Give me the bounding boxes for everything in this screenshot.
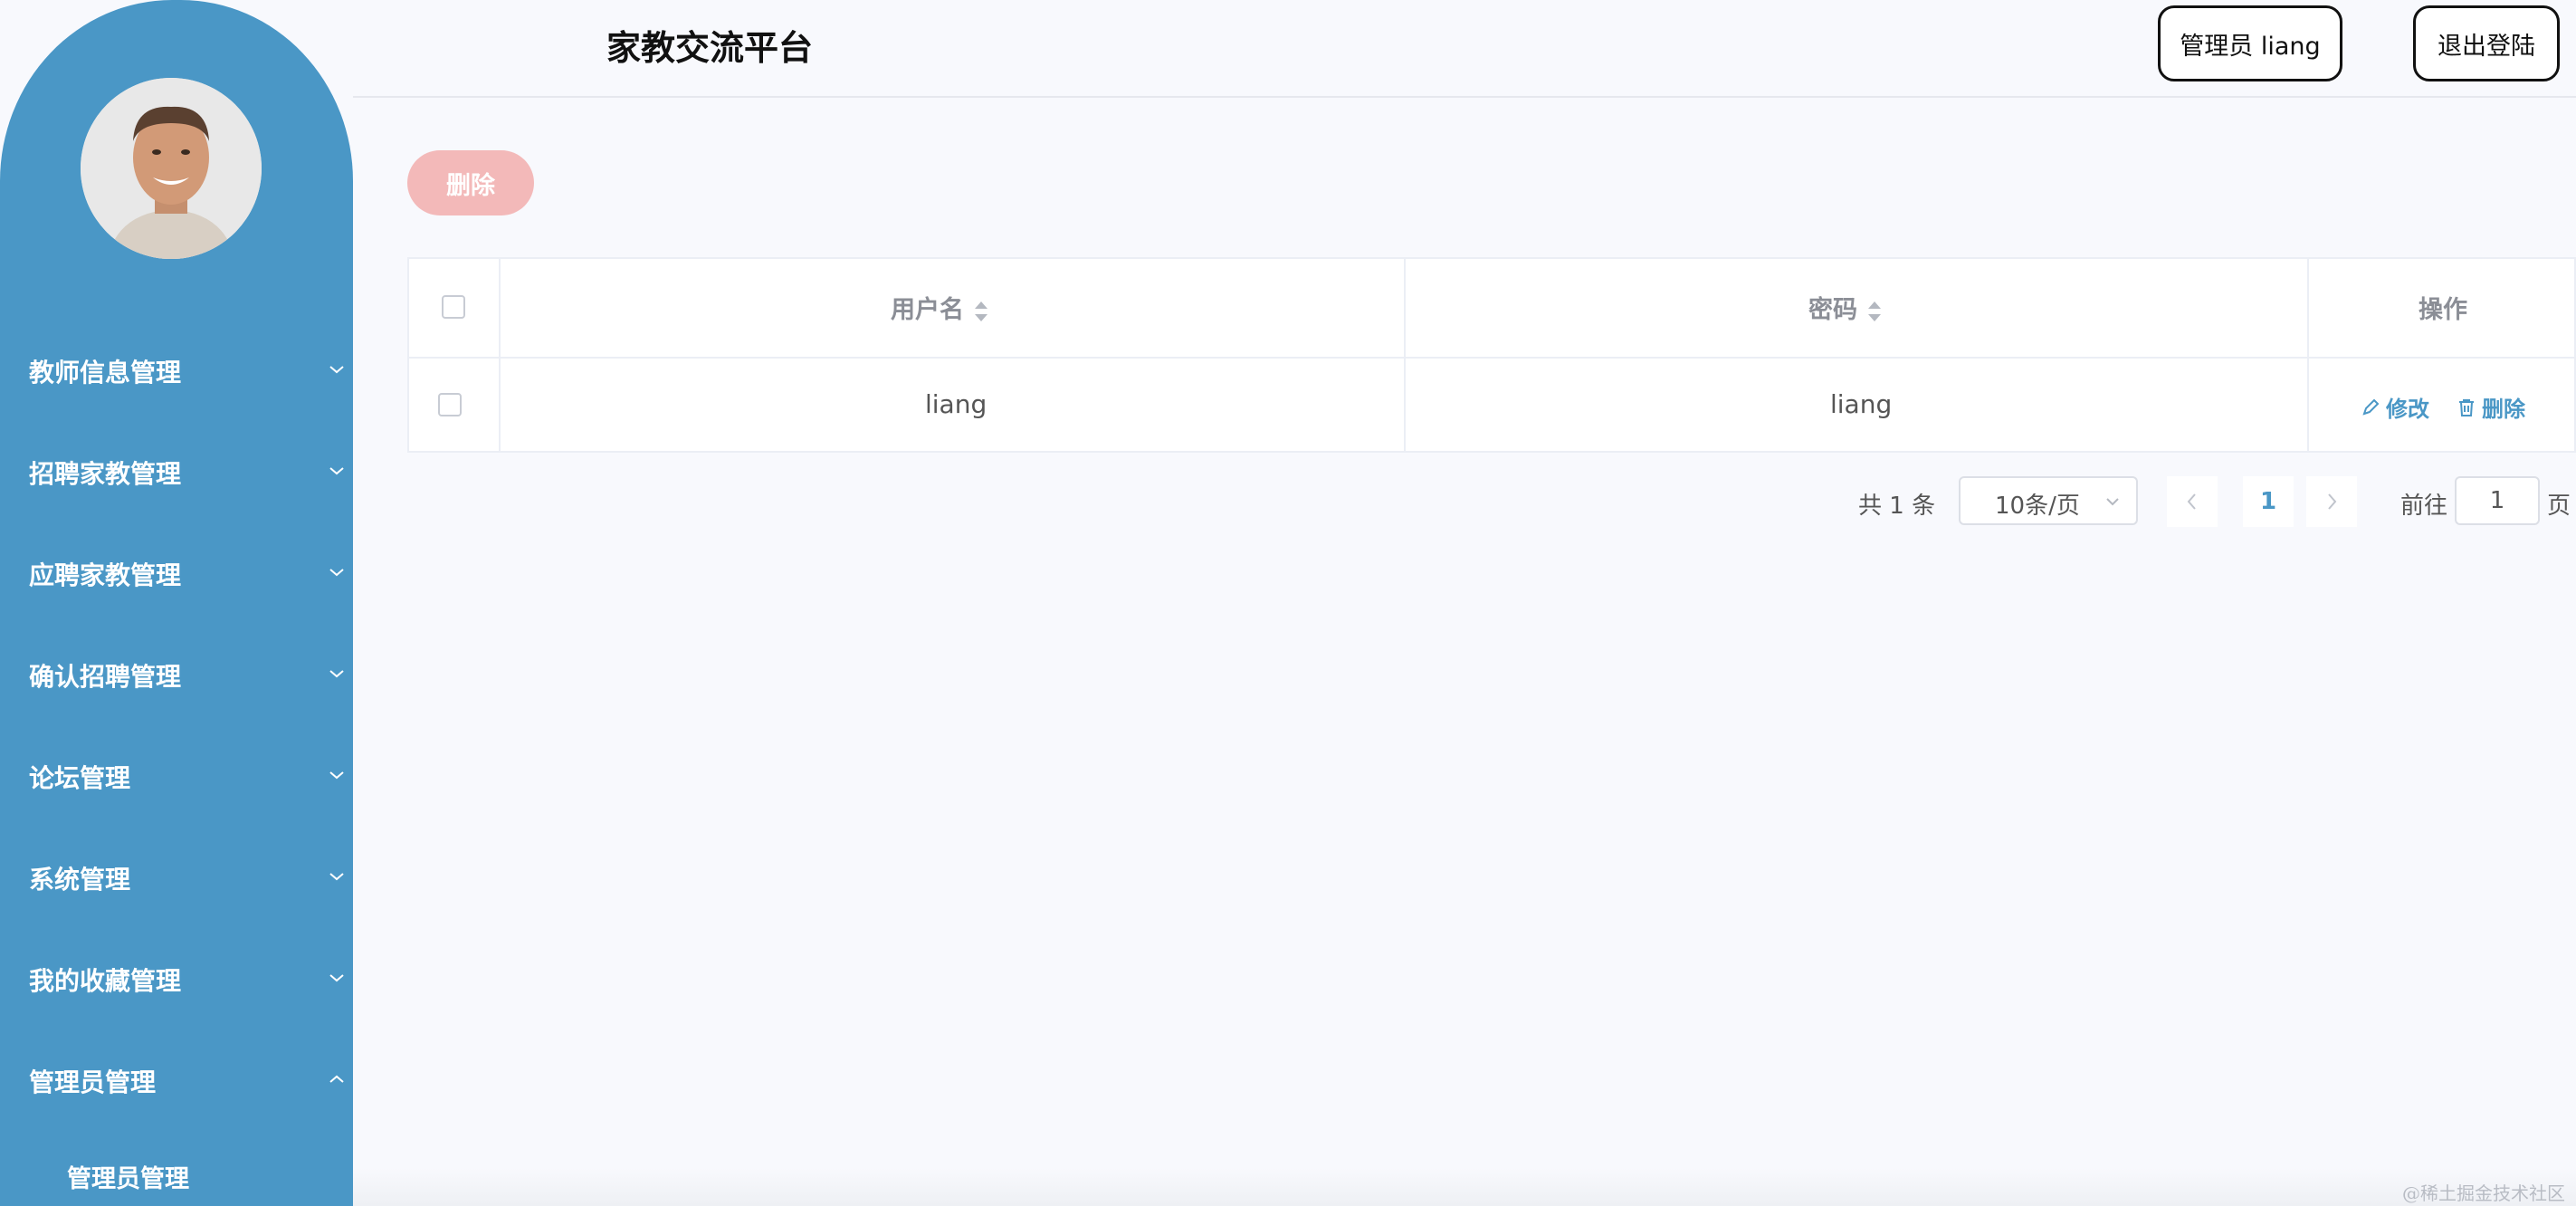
column-divider xyxy=(2307,259,2309,451)
admin-user-button[interactable]: 管理员 liang xyxy=(2158,5,2342,81)
chevron-left-icon xyxy=(2187,493,2196,510)
pagination-total: 共 1 条 xyxy=(1858,493,1936,520)
row-divider xyxy=(409,357,2574,359)
sidebar-item-label: 系统管理 xyxy=(29,865,131,895)
column-header-label: 密码 xyxy=(1808,296,1857,324)
chevron-up-icon xyxy=(329,1075,344,1083)
avatar xyxy=(81,78,262,259)
sidebar: 教师信息管理 招聘家教管理 应聘家教管理 确认招聘管理 论坛管理 系统管理 我的… xyxy=(0,0,353,1206)
trash-icon xyxy=(2459,398,2474,416)
sidebar-item-confirm[interactable]: 确认招聘管理 xyxy=(0,648,353,703)
sidebar-item-label: 应聘家教管理 xyxy=(29,560,182,590)
sidebar-item-forum[interactable]: 论坛管理 xyxy=(0,750,353,804)
sidebar-item-label: 招聘家教管理 xyxy=(29,459,182,489)
chevron-down-icon xyxy=(329,569,344,577)
chevron-down-icon xyxy=(329,771,344,780)
sort-icon[interactable] xyxy=(1866,300,1883,323)
sort-icon[interactable] xyxy=(973,300,989,323)
chevron-down-icon xyxy=(329,670,344,678)
chevron-down-icon xyxy=(329,974,344,982)
watermark: @稀土掘金技术社区 xyxy=(2402,1182,2565,1204)
sidebar-item-label: 确认招聘管理 xyxy=(29,662,182,692)
chevron-down-icon xyxy=(329,873,344,881)
sidebar-item-label: 我的收藏管理 xyxy=(29,966,182,996)
chevron-down-icon xyxy=(2106,498,2119,506)
page-title: 家教交流平台 xyxy=(606,28,814,68)
chevron-right-icon xyxy=(2328,493,2337,510)
next-page-button[interactable] xyxy=(2306,476,2357,527)
sidebar-subitem-admin[interactable]: 管理员管理 xyxy=(67,1159,189,1194)
chevron-down-icon xyxy=(329,467,344,475)
sidebar-item-label: 论坛管理 xyxy=(29,763,131,793)
column-divider xyxy=(499,259,501,451)
cell-password: liang xyxy=(1830,389,1893,419)
select-all-checkbox[interactable] xyxy=(442,295,465,319)
page-suffix-label: 页 xyxy=(2547,493,2571,520)
sidebar-item-apply[interactable]: 应聘家教管理 xyxy=(0,547,353,601)
sidebar-item-label: 教师信息管理 xyxy=(29,358,182,388)
delete-label: 删除 xyxy=(2482,397,2525,422)
goto-page-input[interactable] xyxy=(2455,476,2540,525)
prev-page-button[interactable] xyxy=(2167,476,2218,527)
sidebar-item-recruit[interactable]: 招聘家教管理 xyxy=(0,445,353,500)
batch-delete-button[interactable]: 删除 xyxy=(407,150,534,215)
row-delete-button[interactable]: 删除 xyxy=(2457,391,2525,423)
column-header-actions: 操作 xyxy=(2419,296,2467,324)
edit-label: 修改 xyxy=(2386,397,2429,422)
column-divider xyxy=(1404,259,1406,451)
sidebar-item-teacher-info[interactable]: 教师信息管理 xyxy=(0,344,353,398)
page-size-select[interactable]: 10条/页 xyxy=(1959,476,2138,525)
sidebar-item-admin[interactable]: 管理员管理 xyxy=(0,1054,353,1108)
bottom-shade xyxy=(353,1168,2576,1206)
edit-button[interactable]: 修改 xyxy=(2361,391,2429,423)
sidebar-item-label: 管理员管理 xyxy=(29,1067,157,1097)
column-header-label: 用户名 xyxy=(891,296,964,324)
goto-label: 前往 xyxy=(2400,493,2448,520)
page-size-value: 10条/页 xyxy=(1995,493,2080,520)
sidebar-item-favorites[interactable]: 我的收藏管理 xyxy=(0,952,353,1007)
logout-button[interactable]: 退出登陆 xyxy=(2413,5,2560,81)
column-header-username[interactable]: 用户名 xyxy=(891,290,989,325)
row-checkbox[interactable] xyxy=(438,393,462,416)
admin-table: 用户名 密码 操作 liang liang 修改 删除 xyxy=(407,257,2576,453)
page-number-current[interactable]: 1 xyxy=(2243,476,2294,527)
edit-icon xyxy=(2362,398,2380,416)
chevron-down-icon xyxy=(329,366,344,374)
cell-username: liang xyxy=(925,389,987,419)
sidebar-item-system[interactable]: 系统管理 xyxy=(0,851,353,905)
column-header-password[interactable]: 密码 xyxy=(1808,290,1883,325)
